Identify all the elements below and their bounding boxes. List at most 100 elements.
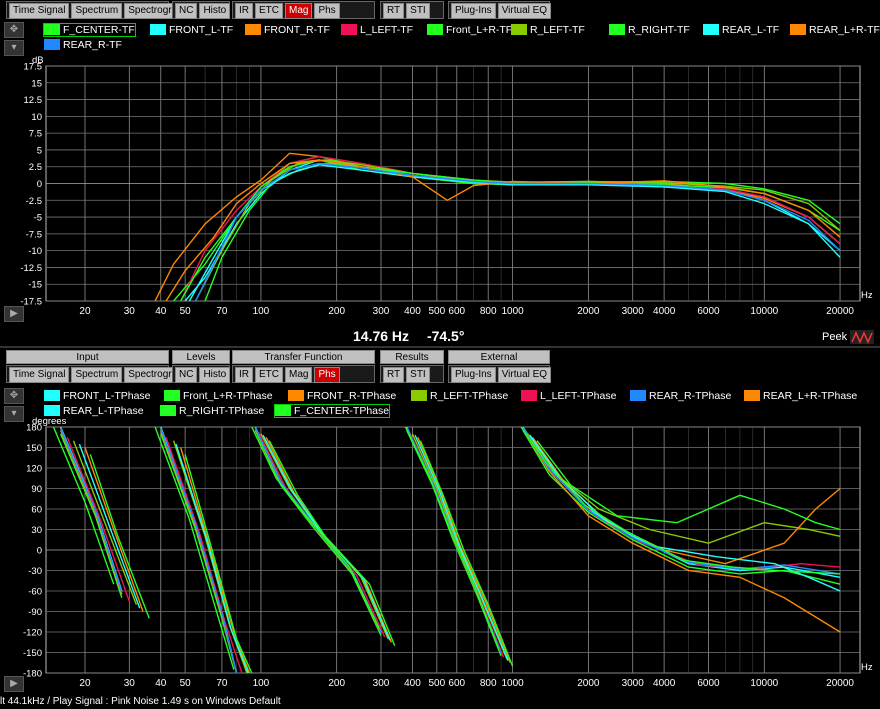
bottom-plug-ins-button[interactable]: Plug-Ins [451, 367, 496, 383]
legend-item-front-l-tphase[interactable]: FRONT_L-TPhase [44, 390, 151, 402]
x-unit-label: Hz [861, 662, 873, 673]
group-header-transfer-function: Transfer Function [232, 350, 375, 364]
play-icon[interactable]: ▶ [4, 306, 24, 322]
peek-label: Peek [822, 330, 848, 343]
top-group-4: Plug-Ins Virtual EQ [448, 1, 552, 19]
x-tick-label: 40 [155, 306, 167, 317]
cursor-readout: 14.76 Hz -74.5° [353, 328, 478, 344]
bottom-nc-button[interactable]: NC [175, 367, 198, 383]
top-etc-button[interactable]: ETC [255, 3, 283, 19]
legend-label: R_LEFT-TF [530, 24, 585, 36]
y-tick-label: 60 [31, 505, 42, 516]
peek-control[interactable]: Peek [822, 330, 875, 344]
legend-item-f-center-tf[interactable]: F_CENTER-TF [43, 23, 136, 37]
bottom-ir-button[interactable]: IR [235, 367, 253, 383]
magnitude-legend: F_CENTER-TF FRONT_L-TF FRONT_R-TF L_LEFT-TF… [36, 23, 880, 54]
top-virtual-eq-button[interactable]: Virtual EQ [497, 3, 552, 19]
legend-label: R_RIGHT-TF [628, 24, 690, 36]
x-tick-label: 500 [428, 678, 445, 689]
legend-item-l-left-tf[interactable]: L_LEFT-TF [341, 24, 413, 36]
y-tick-label: -10 [28, 246, 42, 257]
legend-label: REAR_R-TPhase [649, 390, 732, 402]
bottom-histo-button[interactable]: Histo [199, 367, 231, 383]
x-tick-label: 800 [480, 678, 497, 689]
y-tick-label: -150 [23, 648, 42, 659]
legend-label: R_LEFT-TPhase [430, 390, 509, 402]
legend-item-rear-r-tphase[interactable]: REAR_R-TPhase [630, 390, 731, 402]
y-tick-label: 5 [37, 145, 42, 156]
top-sti-button[interactable]: STI [406, 3, 430, 19]
legend-swatch [521, 390, 537, 401]
legend-swatch [703, 24, 719, 35]
y-tick-label: 120 [26, 464, 42, 475]
top-rt-button[interactable]: RT [383, 3, 405, 19]
magnitude-chart-svg[interactable]: 20 30 40 50 70 100 200 300 400 500 600 800 1000 2000 3… [0, 52, 880, 324]
x-tick-label: 4000 [653, 678, 676, 689]
top-spectrum-button[interactable]: Spectrum [71, 3, 123, 19]
x-tick-label: 70 [216, 678, 228, 689]
legend-item-rear-r-tf[interactable]: REAR_R-TF [44, 39, 122, 51]
legend-swatch [744, 390, 760, 401]
x-tick-label: 20000 [826, 678, 854, 689]
legend-item-front-l-r-tphase[interactable]: Front_L+R-TPhase [164, 390, 273, 402]
phase-plot[interactable]: 20 30 40 50 70 100 200 300 400 500 600 800 1000 2000 3… [0, 416, 880, 694]
legend-swatch [150, 24, 166, 35]
legend-item-r-right-tf[interactable]: R_RIGHT-TF [609, 24, 690, 36]
x-tick-label: 6000 [697, 306, 720, 317]
bottom-spectrum-button[interactable]: Spectrum [71, 367, 123, 383]
top-histo-button[interactable]: Histo [199, 3, 231, 19]
y-tick-label: -30 [28, 566, 42, 577]
top-nc-button[interactable]: NC [175, 3, 198, 19]
bottom-etc-button[interactable]: ETC [255, 367, 283, 383]
y-tick-label: 7.5 [29, 129, 42, 140]
bottom-virtual-eq-button[interactable]: Virtual EQ [497, 367, 552, 383]
legend-swatch [790, 24, 806, 35]
top-plug-ins-button[interactable]: Plug-Ins [451, 3, 496, 19]
play-icon[interactable]: ▶ [4, 676, 24, 692]
bottom-rt-button[interactable]: RT [383, 367, 405, 383]
top-ir-button[interactable]: IR [235, 3, 253, 19]
move-handle-icon[interactable]: ✥ [4, 388, 24, 404]
bottom-phs-button[interactable]: Phs [314, 367, 340, 383]
move-handle-icon[interactable]: ✥ [4, 22, 24, 38]
legend-item-rear-l-r-tf[interactable]: REAR_L+R-TF [790, 24, 880, 36]
phase-chart-svg[interactable]: 20 30 40 50 70 100 200 300 400 500 600 800 1000 2000 3… [0, 416, 880, 694]
legend-swatch [44, 24, 60, 35]
top-phs-button[interactable]: Phs [314, 3, 340, 19]
y-tick-label: -90 [28, 607, 42, 618]
x-tick-label: 100 [253, 306, 270, 317]
legend-label: FRONT_R-TPhase [307, 390, 397, 402]
legend-item-front-r-tf[interactable]: FRONT_R-TF [245, 24, 330, 36]
bottom-group-3: RT STI [380, 365, 444, 383]
bottom-mag-button[interactable]: Mag [285, 367, 313, 383]
y-tick-label: -180 [23, 669, 42, 680]
legend-item-front-l-tf[interactable]: FRONT_L-TF [150, 24, 233, 36]
y-tick-label: -12.5 [20, 263, 42, 274]
magnitude-plot[interactable]: 20 30 40 50 70 100 200 300 400 500 600 800 1000 2000 3… [0, 52, 880, 324]
legend-label: REAR_R-TF [63, 39, 122, 51]
x-tick-label: 10000 [750, 678, 778, 689]
x-tick-label: 300 [373, 306, 390, 317]
bottom-sti-button[interactable]: STI [406, 367, 430, 383]
y-tick-label: 90 [31, 484, 42, 495]
legend-item-r-left-tphase[interactable]: R_LEFT-TPhase [411, 390, 508, 402]
legend-item-front-r-tphase[interactable]: FRONT_R-TPhase [288, 390, 396, 402]
top-mag-button[interactable]: Mag [285, 3, 313, 19]
legend-item-front-l-r-tf[interactable]: Front_L+R-TF [427, 24, 512, 36]
legend-swatch [609, 24, 625, 35]
legend-item-rear-l-r-tphase[interactable]: REAR_L+R-TPhase [744, 390, 857, 402]
legend-swatch [411, 390, 427, 401]
legend-swatch [44, 390, 60, 401]
legend-swatch [275, 405, 291, 416]
x-tick-label: 20000 [826, 306, 854, 317]
top-time-signal-button[interactable]: Time Signal [9, 3, 70, 19]
x-tick-label: 50 [180, 306, 192, 317]
bottom-time-signal-button[interactable]: Time Signal [9, 367, 70, 383]
x-tick-label: 200 [328, 306, 345, 317]
y-tick-label: -60 [28, 587, 42, 598]
y-tick-label: 0 [37, 179, 42, 190]
legend-item-r-left-tf[interactable]: R_LEFT-TF [511, 24, 585, 36]
legend-item-rear-l-tf[interactable]: REAR_L-TF [703, 24, 779, 36]
pane-divider[interactable] [0, 346, 880, 348]
legend-item-l-left-tphase[interactable]: L_LEFT-TPhase [521, 390, 616, 402]
